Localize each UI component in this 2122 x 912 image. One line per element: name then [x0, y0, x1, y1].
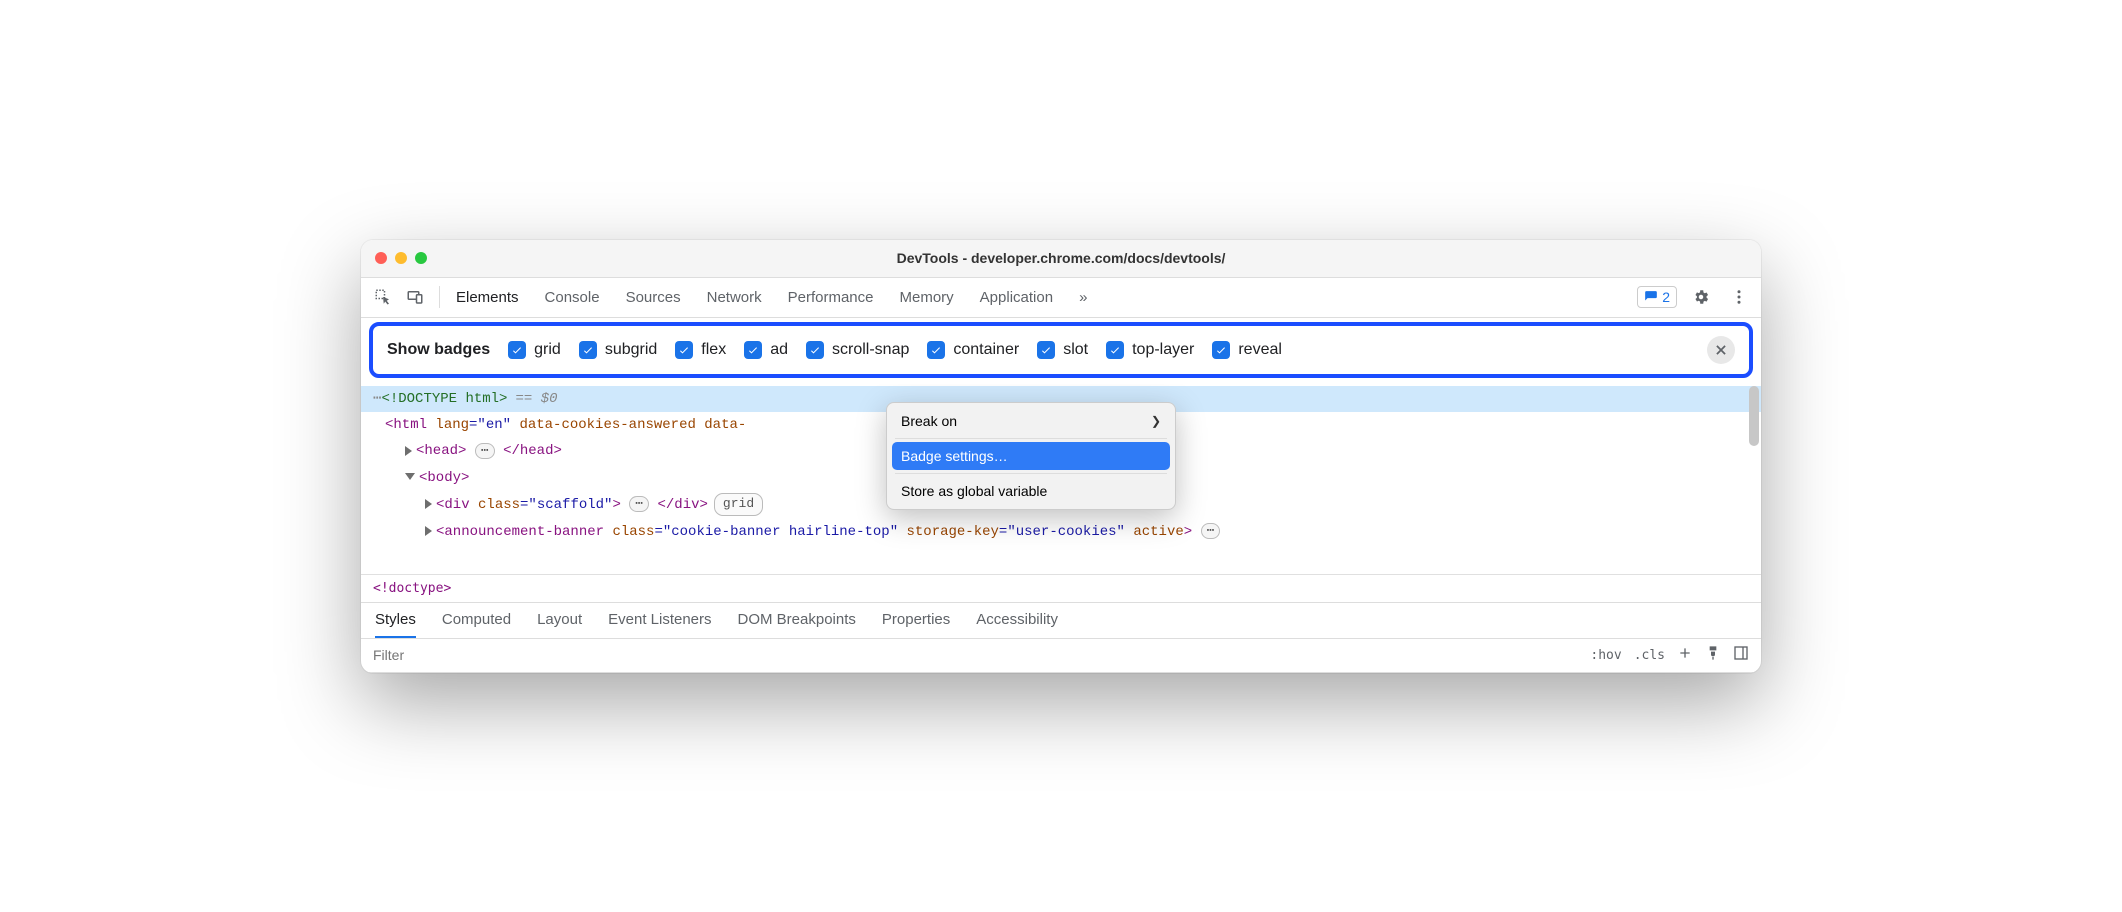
tab-accessibility[interactable]: Accessibility — [976, 611, 1058, 638]
styles-filter-bar: :hov .cls — [361, 639, 1761, 673]
inspect-element-icon[interactable] — [369, 283, 397, 311]
dom-node-announcement-banner[interactable]: <announcement-banner class="cookie-banne… — [361, 519, 1761, 545]
window-title: DevTools - developer.chrome.com/docs/dev… — [361, 250, 1761, 266]
scrollbar[interactable] — [1749, 386, 1759, 446]
badge-checkbox-subgrid[interactable]: subgrid — [579, 341, 657, 359]
hov-toggle[interactable]: :hov — [1590, 648, 1621, 663]
menu-separator — [895, 473, 1167, 474]
styles-panel-tabs: Styles Computed Layout Event Listeners D… — [361, 603, 1761, 639]
ellipsis-icon[interactable]: ⋯ — [1201, 523, 1221, 539]
context-menu: Break on ❯ Badge settings… Store as glob… — [886, 402, 1176, 510]
badge-checkbox-grid[interactable]: grid — [508, 341, 561, 359]
more-menu-icon[interactable] — [1725, 283, 1753, 311]
tab-elements[interactable]: Elements — [456, 287, 519, 308]
selected-indicator: == $0 — [515, 391, 557, 407]
tab-dom-breakpoints[interactable]: DOM Breakpoints — [738, 611, 856, 638]
badge-checkbox-reveal[interactable]: reveal — [1212, 341, 1282, 359]
badge-checkbox-slot[interactable]: slot — [1037, 341, 1088, 359]
separator — [439, 286, 440, 308]
menu-separator — [895, 438, 1167, 439]
toolbar-right: 2 — [1637, 283, 1753, 311]
paint-brush-icon[interactable] — [1705, 645, 1721, 665]
panel-tabs: Elements Console Sources Network Perform… — [456, 287, 1633, 308]
cls-toggle[interactable]: .cls — [1634, 648, 1665, 663]
check-icon — [1106, 341, 1124, 359]
ellipsis-icon[interactable]: ⋯ — [629, 496, 649, 512]
tab-network[interactable]: Network — [707, 287, 762, 308]
check-icon — [806, 341, 824, 359]
filter-input[interactable] — [361, 641, 1590, 669]
tabs-overflow-icon[interactable]: » — [1079, 287, 1087, 308]
minimize-window-button[interactable] — [395, 252, 407, 264]
expand-icon[interactable] — [425, 499, 432, 509]
filter-tools: :hov .cls — [1590, 645, 1761, 665]
breadcrumb[interactable]: <!doctype> — [361, 574, 1761, 603]
device-toolbar-icon[interactable] — [401, 283, 429, 311]
ellipsis-icon[interactable]: ⋯ — [475, 443, 495, 459]
menu-item-break-on[interactable]: Break on ❯ — [887, 407, 1175, 435]
tab-computed[interactable]: Computed — [442, 611, 511, 638]
tab-application[interactable]: Application — [980, 287, 1053, 308]
maximize-window-button[interactable] — [415, 252, 427, 264]
collapse-icon[interactable] — [405, 473, 415, 480]
issues-count: 2 — [1662, 289, 1670, 305]
dom-tree-panel[interactable]: ⋯<!DOCTYPE html>== $0 <html lang="en" da… — [361, 384, 1761, 574]
badge-checkbox-ad[interactable]: ad — [744, 341, 788, 359]
window-controls — [361, 252, 427, 264]
check-icon — [744, 341, 762, 359]
issues-button[interactable]: 2 — [1637, 286, 1677, 308]
settings-icon[interactable] — [1687, 283, 1715, 311]
close-badge-bar-button[interactable] — [1707, 336, 1735, 364]
tab-properties[interactable]: Properties — [882, 611, 950, 638]
devtools-window: DevTools - developer.chrome.com/docs/dev… — [361, 240, 1761, 673]
tab-event-listeners[interactable]: Event Listeners — [608, 611, 711, 638]
check-icon — [1037, 341, 1055, 359]
tab-performance[interactable]: Performance — [788, 287, 874, 308]
close-window-button[interactable] — [375, 252, 387, 264]
check-icon — [579, 341, 597, 359]
check-icon — [1212, 341, 1230, 359]
badge-checkbox-top-layer[interactable]: top-layer — [1106, 341, 1194, 359]
tab-layout[interactable]: Layout — [537, 611, 582, 638]
expand-icon[interactable] — [425, 526, 432, 536]
check-icon — [927, 341, 945, 359]
tab-sources[interactable]: Sources — [626, 287, 681, 308]
badge-checkbox-flex[interactable]: flex — [675, 341, 726, 359]
menu-item-badge-settings[interactable]: Badge settings… — [892, 442, 1170, 470]
computed-panel-icon[interactable] — [1733, 645, 1749, 665]
title-bar: DevTools - developer.chrome.com/docs/dev… — [361, 240, 1761, 278]
tab-memory[interactable]: Memory — [900, 287, 954, 308]
expand-icon[interactable] — [405, 446, 412, 456]
tab-styles[interactable]: Styles — [375, 611, 416, 638]
new-style-rule-icon[interactable] — [1677, 645, 1693, 665]
tab-console[interactable]: Console — [545, 287, 600, 308]
chevron-right-icon: ❯ — [1151, 414, 1161, 428]
grid-badge[interactable]: grid — [714, 493, 763, 516]
show-badges-label: Show badges — [387, 341, 490, 359]
show-badges-bar: Show badges grid subgrid flex ad scroll-… — [369, 322, 1753, 378]
main-toolbar: Elements Console Sources Network Perform… — [361, 278, 1761, 318]
check-icon — [508, 341, 526, 359]
check-icon — [675, 341, 693, 359]
badge-checkbox-container[interactable]: container — [927, 341, 1019, 359]
badge-checkbox-scroll-snap[interactable]: scroll-snap — [806, 341, 909, 359]
menu-item-store-global[interactable]: Store as global variable — [887, 477, 1175, 505]
